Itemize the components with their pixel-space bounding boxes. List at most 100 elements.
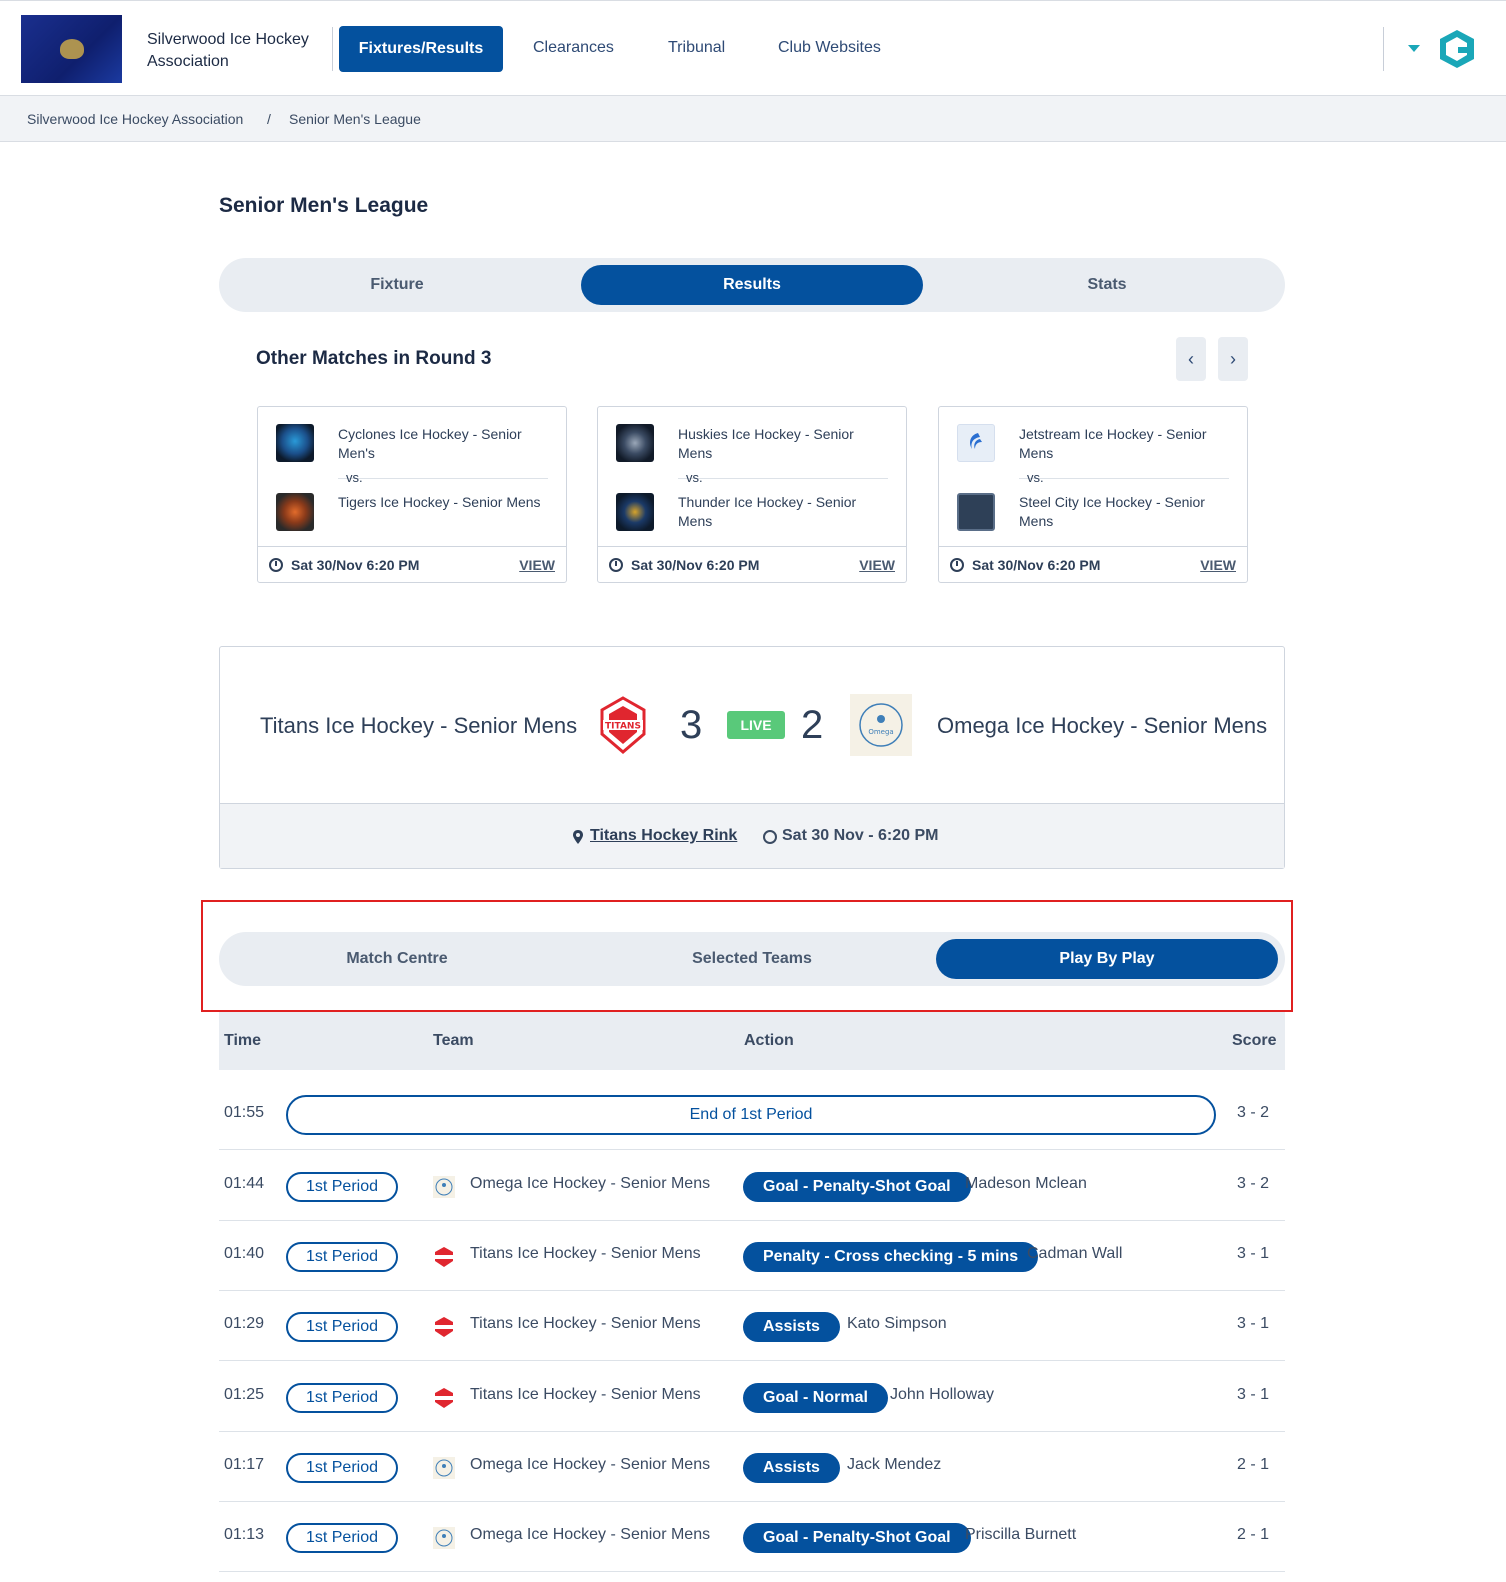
table-row: 01:40 1st Period Titans Ice Hockey - Sen…	[219, 1221, 1285, 1291]
divider	[678, 478, 888, 479]
event-score: 2 - 1	[1237, 1456, 1270, 1473]
event-team: Omega Ice Hockey - Senior Mens	[470, 1526, 711, 1543]
crest-icon	[59, 39, 84, 59]
breadcrumb-league[interactable]: Senior Men's League	[289, 111, 421, 127]
tigers-logo-icon	[276, 493, 314, 531]
home-team: Huskies Ice Hockey - Senior Mens	[678, 426, 854, 461]
away-team: Thunder Ice Hockey - Senior Mens	[678, 494, 857, 529]
event-time: 01:40	[224, 1245, 265, 1262]
chevron-right-icon: ›	[1230, 348, 1236, 369]
cyclones-logo-icon	[276, 424, 314, 462]
period-pill: 1st Period	[286, 1172, 398, 1202]
event-score: 3 - 1	[1237, 1386, 1270, 1403]
event-score: 2 - 1	[1237, 1526, 1270, 1543]
period-pill: 1st Period	[286, 1523, 398, 1553]
prev-arrow-button[interactable]: ‹	[1176, 337, 1206, 381]
vs-label: vs.	[346, 470, 363, 485]
away-team: Tigers Ice Hockey - Senior Mens	[338, 494, 541, 510]
highlight-box	[201, 900, 1293, 1012]
location-pin-icon	[573, 830, 583, 844]
nav-clearances[interactable]: Clearances	[533, 39, 614, 57]
table-row: 01:29 1st Period Titans Ice Hockey - Sen…	[219, 1291, 1285, 1361]
top-navbar: Silverwood Ice Hockey Association Fixtur…	[0, 0, 1506, 96]
player-name: Madeson Mclean	[965, 1175, 1087, 1192]
steel-city-logo-icon	[957, 493, 995, 531]
tab-results[interactable]: Results	[581, 265, 923, 305]
titans-logo-icon: TITANS	[600, 696, 646, 754]
nav-club-websites[interactable]: Club Websites	[778, 39, 881, 57]
omega-logo-icon	[433, 1457, 455, 1479]
breadcrumb-association[interactable]: Silverwood Ice Hockey Association	[27, 111, 243, 127]
action-badge: Goal - Normal	[743, 1383, 888, 1413]
caret-down-icon[interactable]	[1408, 45, 1420, 52]
event-score: 3 - 1	[1237, 1315, 1270, 1332]
period-pill: 1st Period	[286, 1312, 398, 1342]
match-time: Sat 30/Nov 6:20 PM	[291, 557, 420, 573]
titans-logo-icon	[435, 1388, 453, 1408]
chevron-left-icon: ‹	[1188, 348, 1194, 369]
tab-fixture[interactable]: Fixture	[226, 265, 568, 305]
away-team-name[interactable]: Omega Ice Hockey - Senior Mens	[937, 713, 1267, 739]
org-name[interactable]: Silverwood Ice Hockey Association	[147, 29, 317, 73]
event-time: 01:17	[224, 1456, 265, 1473]
view-link[interactable]: VIEW	[859, 557, 895, 573]
event-time: 01:25	[224, 1386, 265, 1403]
thunder-logo-icon	[616, 493, 654, 531]
away-score: 2	[801, 703, 824, 747]
event-team: Titans Ice Hockey - Senior Mens	[470, 1386, 701, 1403]
event-score: 3 - 1	[1237, 1245, 1270, 1262]
home-team-name[interactable]: Titans Ice Hockey - Senior Mens	[260, 713, 577, 739]
match-card[interactable]: Huskies Ice Hockey - Senior Mens vs. Thu…	[597, 406, 907, 583]
breadcrumb-separator: /	[267, 111, 271, 127]
match-card-footer: Sat 30/Nov 6:20 PM VIEW	[258, 546, 566, 582]
away-team: Steel City Ice Hockey - Senior Mens	[1019, 494, 1205, 529]
divider	[1019, 478, 1229, 479]
nav-fixtures-results[interactable]: Fixtures/Results	[339, 26, 503, 72]
gamechanger-logo-icon[interactable]	[1436, 27, 1478, 71]
divider	[338, 478, 548, 479]
col-time: Time	[224, 1032, 262, 1049]
match-card[interactable]: Cyclones Ice Hockey - Senior Men's vs. T…	[257, 406, 567, 583]
svg-text:Omega: Omega	[868, 728, 893, 736]
event-time: 01:55	[224, 1104, 265, 1121]
event-team: Titans Ice Hockey - Senior Mens	[470, 1315, 701, 1332]
omega-logo-icon	[433, 1527, 455, 1549]
association-logo[interactable]	[21, 15, 122, 83]
action-badge: Assists	[743, 1312, 840, 1342]
jetstream-logo-icon	[957, 424, 995, 462]
player-name: Jack Mendez	[847, 1456, 942, 1473]
table-row: 01:13 1st Period Omega Ice Hockey - Seni…	[219, 1502, 1285, 1572]
breadcrumb: Silverwood Ice Hockey Association / Seni…	[0, 96, 1506, 142]
col-action: Action	[744, 1032, 794, 1049]
action-badge: Goal - Penalty-Shot Goal	[743, 1172, 971, 1202]
match-time: Sat 30/Nov 6:20 PM	[972, 557, 1101, 573]
player-name: Cadman Wall	[1027, 1245, 1123, 1262]
event-time: 01:44	[224, 1175, 265, 1192]
period-banner: End of 1st Period	[286, 1095, 1216, 1135]
home-score: 3	[680, 703, 703, 747]
other-matches-heading: Other Matches in Round 3	[256, 348, 492, 369]
match-card-footer: Sat 30/Nov 6:20 PM VIEW	[939, 546, 1247, 582]
clock-icon	[269, 558, 283, 572]
event-time: 01:29	[224, 1315, 265, 1332]
nav-tribunal[interactable]: Tribunal	[668, 39, 725, 57]
table-row: 01:44 1st Period Omega Ice Hockey - Seni…	[219, 1151, 1285, 1221]
next-arrow-button[interactable]: ›	[1218, 337, 1248, 381]
col-team: Team	[433, 1032, 474, 1049]
table-header: Time Team Action Score	[219, 1012, 1285, 1070]
live-badge: LIVE	[727, 711, 785, 739]
venue-link[interactable]: Titans Hockey Rink	[590, 827, 737, 845]
tab-stats[interactable]: Stats	[936, 265, 1278, 305]
table-row: 01:17 1st Period Omega Ice Hockey - Seni…	[219, 1432, 1285, 1502]
divider	[1383, 27, 1384, 71]
match-card[interactable]: Jetstream Ice Hockey - Senior Mens vs. S…	[938, 406, 1248, 583]
results-tabbar: Fixture Results Stats	[219, 258, 1285, 312]
player-name: Kato Simpson	[847, 1315, 947, 1332]
event-team: Omega Ice Hockey - Senior Mens	[470, 1175, 711, 1192]
view-link[interactable]: VIEW	[519, 557, 555, 573]
match-time: Sat 30/Nov 6:20 PM	[631, 557, 760, 573]
home-team: Jetstream Ice Hockey - Senior Mens	[1019, 426, 1207, 461]
table-row: 01:55 End of 1st Period 3 - 2	[219, 1080, 1285, 1150]
view-link[interactable]: VIEW	[1200, 557, 1236, 573]
vs-label: vs.	[686, 470, 703, 485]
